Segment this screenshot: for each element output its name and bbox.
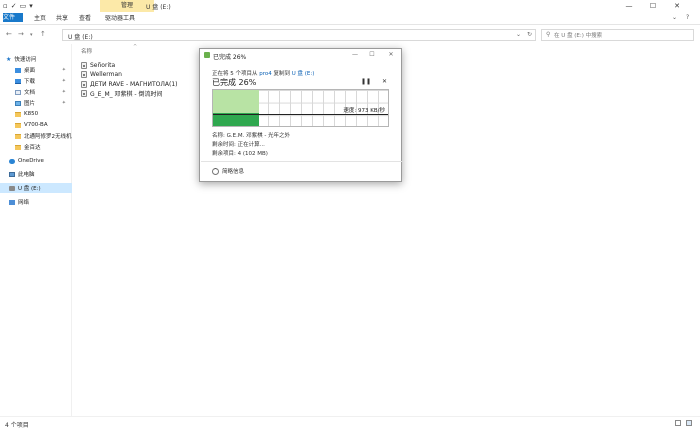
list-item[interactable]: Señorita 2	[81, 61, 203, 70]
computer-icon	[9, 171, 15, 177]
percent-complete: 已完成 26%	[212, 78, 257, 87]
minimize-button[interactable]: —	[618, 0, 640, 12]
copy-icon	[204, 52, 210, 58]
tab-view[interactable]: 查看	[75, 13, 95, 24]
audio-file-icon	[81, 90, 87, 97]
address-bar: ← → ▾ ↑ U 盘 (E:) ⌄ ↻ ⚲	[0, 26, 700, 44]
tab-drive-tools[interactable]: 驱动器工具	[101, 13, 139, 24]
customize-toolbar-icon[interactable]: ▾	[29, 2, 33, 10]
title-bar: ▫ ✓ ▭ ▾ 管理 U 盘 (E:) — ☐ ✕	[0, 0, 700, 12]
search-input[interactable]	[554, 31, 690, 40]
address-field[interactable]: U 盘 (E:) ⌄ ↻	[62, 29, 536, 41]
dialog-title-bar: 已完成 26% — ☐ ✕	[200, 49, 401, 62]
dialog-close-button[interactable]: ✕	[384, 51, 398, 58]
folder-icon	[15, 133, 21, 139]
time-remaining-line: 剩余时间: 正在计算...	[212, 142, 265, 148]
star-icon: ★	[6, 55, 12, 63]
list-item[interactable]: G_E_M_ 邓紫棋 - 倒流时间 2	[81, 89, 203, 98]
chevron-down-icon[interactable]: ⌄	[516, 31, 521, 38]
pin-icon: ✦	[61, 100, 66, 106]
pin-icon: ✦	[61, 67, 66, 73]
folder-icon	[15, 122, 21, 128]
nav-network[interactable]: 网络	[0, 197, 72, 207]
nav-item-asura-controller[interactable]: 北通阿修罗2无线机	[0, 131, 72, 141]
tab-file[interactable]: 文件	[3, 13, 23, 22]
maximize-button[interactable]: ☐	[642, 0, 664, 12]
tab-home[interactable]: 主页	[30, 13, 50, 24]
close-button[interactable]: ✕	[666, 0, 688, 12]
copy-progress-dialog: 已完成 26% — ☐ ✕ 正在将 5 个项目从 pro4 复制到 U 盘 (E…	[199, 48, 402, 182]
ribbon: 文件 主页 共享 查看 驱动器工具 ⌄ ?	[0, 12, 700, 25]
refresh-icon[interactable]: ↻	[527, 31, 532, 38]
nav-item-downloads[interactable]: 下载 ✦	[0, 76, 72, 86]
nav-item-documents[interactable]: 文档 ✦	[0, 87, 72, 97]
nav-this-pc[interactable]: 此电脑	[0, 169, 72, 179]
large-icons-view-icon[interactable]	[686, 420, 692, 426]
column-header-name[interactable]: 名称	[81, 47, 92, 55]
desktop-icon	[15, 67, 21, 73]
cancel-button[interactable]: ✕	[382, 78, 387, 85]
up-icon[interactable]: ↑	[40, 30, 46, 38]
nav-item-desktop[interactable]: 桌面 ✦	[0, 65, 72, 75]
transfer-speed-graph: 速度: 973 KB/秒	[212, 89, 389, 127]
expand-ribbon-icon[interactable]: ⌄	[672, 14, 677, 21]
sort-arrow-icon: ^	[133, 44, 138, 50]
chevron-up-icon: ^	[212, 167, 219, 175]
speed-line	[213, 114, 388, 115]
quick-access-toolbar: ▫ ✓ ▭ ▾	[3, 2, 33, 10]
search-icon: ⚲	[546, 31, 551, 38]
list-item[interactable]: Wellerman 2	[81, 70, 203, 79]
details-view-icon[interactable]	[675, 420, 681, 426]
back-icon[interactable]: ←	[6, 30, 12, 38]
item-count: 4 个项目	[5, 422, 29, 429]
pin-icon: ✦	[61, 78, 66, 84]
dialog-title: 已完成 26%	[213, 54, 247, 61]
documents-icon	[15, 89, 21, 95]
file-name-line: 名称: G.E.M. 邓紫棋 - 光年之外	[212, 133, 291, 139]
nav-item-pictures[interactable]: 图片 ✦	[0, 98, 72, 108]
items-remaining-line: 剩余项目: 4 (102 MB)	[212, 151, 268, 157]
pictures-icon	[15, 100, 21, 106]
less-details-button[interactable]: ^ 简略信息	[212, 167, 244, 175]
navigation-pane: ★ 快速访问 桌面 ✦ 下载 ✦ 文档 ✦ 图片 ✦ K850 V700-BA …	[0, 44, 72, 416]
address-path: U 盘 (E:)	[68, 34, 93, 41]
help-icon[interactable]: ?	[686, 14, 689, 21]
forward-icon[interactable]: →	[18, 30, 24, 38]
dialog-minimize-button[interactable]: —	[348, 51, 362, 58]
folder-icon	[15, 111, 21, 117]
cloud-icon	[9, 158, 15, 164]
network-icon	[9, 199, 15, 205]
properties-icon[interactable]: ✓	[11, 2, 17, 10]
nav-item-kingbank[interactable]: 金百达	[0, 142, 72, 152]
dialog-maximize-button[interactable]: ☐	[365, 51, 379, 58]
tab-share[interactable]: 共享	[52, 13, 72, 24]
usb-drive-icon	[9, 185, 15, 191]
window-icon: ▫	[3, 2, 8, 10]
audio-file-icon	[81, 71, 87, 78]
copy-description: 正在将 5 个项目从 pro4 复制到 U 盘 (E:)	[212, 71, 315, 77]
nav-item-v700-ba[interactable]: V700-BA	[0, 120, 72, 130]
dialog-divider	[201, 161, 402, 162]
window-title: U 盘 (E:)	[146, 4, 171, 11]
speed-label: 速度: 973 KB/秒	[343, 108, 385, 114]
source-link[interactable]: pro4	[259, 71, 272, 77]
audio-file-icon	[81, 62, 87, 69]
pause-button[interactable]: ❚❚	[361, 78, 371, 85]
search-box[interactable]: ⚲	[541, 29, 694, 41]
new-folder-icon[interactable]: ▭	[20, 2, 27, 10]
nav-item-k850[interactable]: K850	[0, 109, 72, 119]
download-icon	[15, 78, 21, 84]
nav-drive-e[interactable]: U 盘 (E:)	[0, 183, 72, 193]
nav-onedrive[interactable]: OneDrive	[0, 156, 72, 166]
pin-icon: ✦	[61, 89, 66, 95]
list-item[interactable]: ДЕТИ RAVE - МАГНИТОЛА(1) 2	[81, 80, 203, 89]
status-bar: 4 个项目	[0, 416, 700, 429]
destination-link[interactable]: U 盘 (E:)	[292, 71, 315, 77]
nav-quick-access[interactable]: ★ 快速访问	[0, 54, 72, 64]
audio-file-icon	[81, 81, 87, 88]
folder-icon	[15, 144, 21, 150]
recent-locations-icon[interactable]: ▾	[30, 32, 33, 38]
